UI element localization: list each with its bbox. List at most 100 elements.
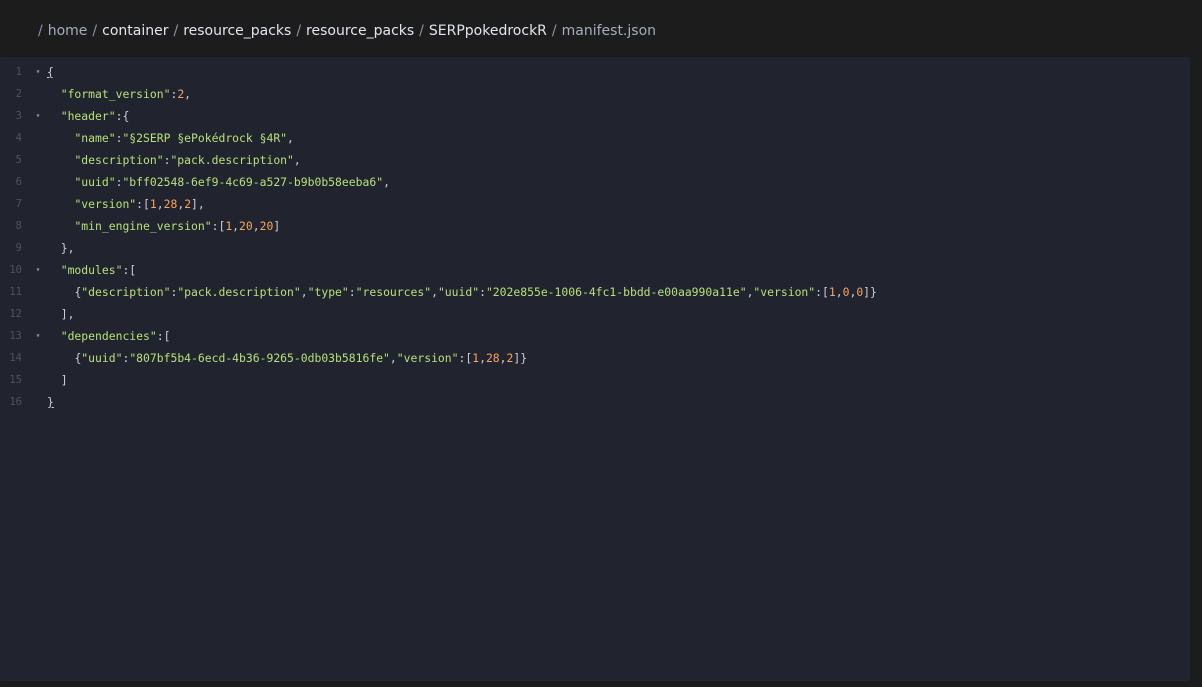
code-line[interactable]: 1 ▾ { bbox=[0, 61, 1190, 83]
code-line[interactable]: 5 "description":"pack.description", bbox=[0, 149, 1190, 171]
fold-toggle-icon[interactable]: ▾ bbox=[33, 105, 43, 127]
code-text: "name":"§2SERP §ePokédrock §4R", bbox=[47, 127, 294, 149]
breadcrumb-separator: / bbox=[551, 23, 557, 39]
string-token: "version" bbox=[396, 351, 459, 365]
line-number: 16 bbox=[9, 396, 22, 408]
code-line[interactable]: 6 "uuid":"bff02548-6ef9-4c69-a527-b9b0b5… bbox=[0, 171, 1190, 193]
code-text: ], bbox=[47, 303, 75, 325]
number-token: 1 bbox=[149, 197, 157, 211]
punctuation-token: , bbox=[252, 219, 260, 233]
punctuation-token: : bbox=[348, 285, 356, 299]
breadcrumb-item-home[interactable]: home bbox=[48, 23, 88, 39]
fold-toggle-icon[interactable]: ▾ bbox=[33, 259, 43, 281]
code-text: }, bbox=[47, 237, 75, 259]
code-line[interactable]: 13 ▾ "dependencies":[ bbox=[0, 325, 1190, 347]
breadcrumb-item-resource-packs-2[interactable]: resource_packs bbox=[306, 23, 414, 39]
fold-toggle-icon[interactable]: ▾ bbox=[33, 61, 43, 83]
breadcrumb-item-resource-packs[interactable]: resource_packs bbox=[183, 23, 291, 39]
string-token: "modules" bbox=[60, 263, 123, 277]
line-number: 8 bbox=[15, 220, 22, 232]
line-number: 10 bbox=[9, 264, 22, 276]
line-number: 7 bbox=[15, 198, 22, 210]
number-token: 28 bbox=[163, 197, 178, 211]
punctuation-token: , bbox=[156, 197, 164, 211]
code-line[interactable]: 7 "version":[1,28,2], bbox=[0, 193, 1190, 215]
code-text: "header":{ bbox=[47, 105, 130, 127]
string-token: "uuid" bbox=[437, 285, 480, 299]
breadcrumb: / home / container / resource_packs / re… bbox=[38, 20, 656, 42]
code-line[interactable]: 11 {"description":"pack.description","ty… bbox=[0, 281, 1190, 303]
punctuation-token: :[ bbox=[458, 351, 473, 365]
punctuation-token: :[ bbox=[211, 219, 226, 233]
code-editor[interactable]: 1 ▾{2 "format_version":2, 3 ▾ "header":{4 "… bbox=[0, 57, 1190, 681]
breadcrumb-item-container[interactable]: container bbox=[102, 23, 168, 39]
string-token: "807bf5b4-6ecd-4b36-9265-0db03b5816fe" bbox=[129, 351, 390, 365]
breadcrumb-item-serppokedrockr[interactable]: SERPpokedrockR bbox=[429, 23, 547, 39]
code-line[interactable]: 12 ], bbox=[0, 303, 1190, 325]
string-token: "format_version" bbox=[60, 87, 171, 101]
code-text: {"uuid":"807bf5b4-6ecd-4b36-9265-0db03b5… bbox=[47, 347, 527, 369]
code-line[interactable]: 2 "format_version":2, bbox=[0, 83, 1190, 105]
code-text: } bbox=[47, 391, 54, 413]
line-number: 15 bbox=[9, 374, 22, 386]
code-line[interactable]: 16} bbox=[0, 391, 1190, 413]
code-text: "uuid":"bff02548-6ef9-4c69-a527-b9b0b58e… bbox=[47, 171, 390, 193]
punctuation-token: , bbox=[287, 131, 294, 145]
code-line[interactable]: 15 ] bbox=[0, 369, 1190, 391]
code-lines: 1 ▾{2 "format_version":2, 3 ▾ "header":{4 "… bbox=[0, 61, 1190, 413]
code-text: "modules":[ bbox=[47, 259, 136, 281]
number-token: 20 bbox=[239, 219, 253, 233]
line-number: 4 bbox=[15, 132, 22, 144]
code-text: { bbox=[47, 61, 54, 83]
string-token: "header" bbox=[60, 109, 116, 123]
punctuation-token: , bbox=[232, 219, 240, 233]
punctuation-token: { bbox=[47, 65, 54, 79]
punctuation-token: , bbox=[293, 153, 301, 167]
punctuation-token: , bbox=[383, 175, 390, 189]
line-number: 1 bbox=[15, 66, 22, 78]
string-token: "pack.description" bbox=[177, 285, 301, 299]
string-token: "description" bbox=[81, 285, 171, 299]
code-line[interactable]: 10 ▾ "modules":[ bbox=[0, 259, 1190, 281]
punctuation-token: : bbox=[479, 285, 486, 299]
string-token: "uuid" bbox=[81, 351, 123, 365]
string-token: "name" bbox=[74, 131, 116, 145]
code-text: ] bbox=[47, 369, 68, 391]
line-number: 5 bbox=[15, 154, 22, 166]
punctuation-token: :[ bbox=[156, 329, 171, 343]
breadcrumb-separator: / bbox=[296, 23, 302, 39]
editor-scrollbar-track[interactable] bbox=[1190, 57, 1202, 681]
code-line[interactable]: 8 "min_engine_version":[1,20,20] bbox=[0, 215, 1190, 237]
string-token: "description" bbox=[74, 153, 164, 167]
number-token: 1 bbox=[828, 285, 836, 299]
code-text: "format_version":2, bbox=[47, 83, 191, 105]
string-token: "version" bbox=[74, 197, 137, 211]
breadcrumb-separator: / bbox=[173, 23, 179, 39]
line-number: 13 bbox=[9, 330, 22, 342]
code-text: "dependencies":[ bbox=[47, 325, 171, 347]
string-token: "version" bbox=[753, 285, 816, 299]
string-token: "dependencies" bbox=[60, 329, 157, 343]
punctuation-token: ]} bbox=[513, 351, 528, 365]
breadcrumb-separator: / bbox=[92, 23, 98, 39]
breadcrumb-current-file: manifest.json bbox=[561, 23, 657, 39]
fold-toggle-icon[interactable]: ▾ bbox=[33, 325, 43, 347]
code-line[interactable]: 14 {"uuid":"807bf5b4-6ecd-4b36-9265-0db0… bbox=[0, 347, 1190, 369]
punctuation-token: }, bbox=[60, 241, 75, 255]
punctuation-token: , bbox=[431, 285, 438, 299]
code-text: "min_engine_version":[1,20,20] bbox=[47, 215, 280, 237]
code-line[interactable]: 3 ▾ "header":{ bbox=[0, 105, 1190, 127]
punctuation-token: :{ bbox=[115, 109, 130, 123]
code-line[interactable]: 9 }, bbox=[0, 237, 1190, 259]
code-line[interactable]: 4 "name":"§2SERP §ePokédrock §4R", bbox=[0, 127, 1190, 149]
punctuation-token: , bbox=[300, 285, 308, 299]
